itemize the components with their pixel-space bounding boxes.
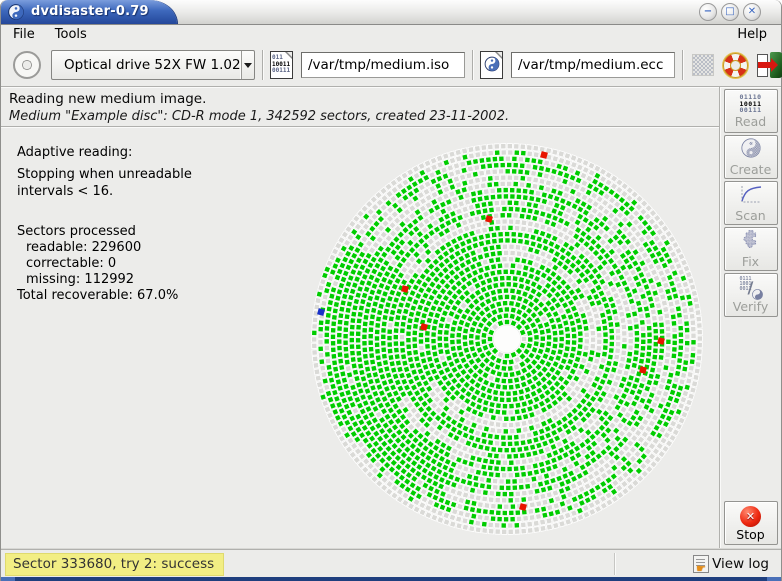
app-yinyang-icon [8, 4, 24, 20]
drive-selector[interactable]: Optical drive 52X FW 1.02 [51, 50, 255, 80]
view-log-button[interactable]: ☛ View log [693, 555, 769, 573]
iso-file-input[interactable] [301, 52, 465, 78]
scan-button[interactable]: Scan [724, 181, 778, 225]
window-bottom-border [1, 577, 781, 581]
verify-label: Verify [733, 300, 768, 313]
minimize-button[interactable]: − [699, 3, 717, 21]
stop-button[interactable]: ✕ Stop [724, 501, 778, 545]
toolbar: Optical drive 52X FW 1.02 011 10011 0011… [1, 44, 781, 87]
toolbar-separator [682, 50, 683, 80]
titlebar-tab-curve [149, 0, 177, 24]
status-header: Reading new medium image. Medium "Exampl… [1, 87, 720, 127]
sectors-title: Sectors processed [17, 224, 178, 240]
ecc-file-icon [480, 51, 503, 79]
create-yinyang-icon [741, 138, 761, 162]
read-button[interactable]: 01110 10011 00111 Read [724, 89, 778, 133]
status-line-2: Medium "Example disc": CD-R mode 1, 3425… [9, 109, 720, 124]
status-line-1: Reading new medium image. [9, 91, 720, 107]
read-binary-icon: 01110 10011 00111 [739, 94, 761, 114]
status-message: Sector 333680, try 2: success [5, 553, 224, 576]
scan-curve-icon [739, 184, 763, 208]
fix-button[interactable]: Fix [724, 227, 778, 271]
chevron-down-icon [244, 63, 252, 68]
sectors-correctable: correctable: 0 [17, 256, 178, 272]
cd-drive-icon [13, 51, 41, 79]
app-window: dvdisaster-0.79 − □ ✕ File Tools Help Op… [0, 0, 782, 581]
titlebar[interactable]: dvdisaster-0.79 − □ ✕ [1, 0, 781, 25]
drive-selector-value: Optical drive 52X FW 1.02 [52, 57, 241, 73]
create-label: Create [730, 163, 772, 176]
menubar: File Tools Help [1, 25, 781, 44]
close-button[interactable]: ✕ [743, 3, 761, 21]
menu-tools[interactable]: Tools [45, 26, 97, 43]
help-lifebuoy-icon[interactable] [723, 53, 748, 78]
drive-selector-arrow[interactable] [241, 51, 254, 79]
iso-icon-line: 00111 [272, 67, 290, 74]
main-area: Adaptive reading: Stopping when unreadab… [1, 128, 720, 549]
left-column: Reading new medium image. Medium "Exampl… [1, 87, 720, 549]
preferences-icon-disabled[interactable] [692, 54, 714, 76]
maximize-button[interactable]: □ [721, 3, 739, 21]
page-fold [496, 51, 503, 58]
sectors-processed-block: Sectors processed readable: 229600 corre… [17, 224, 178, 304]
stop-icon: ✕ [740, 506, 761, 527]
log-document-icon: ☛ [693, 555, 709, 573]
verify-icon: 0111 1001 0011 ∕ [740, 277, 762, 299]
stop-label: Stop [736, 528, 764, 541]
sectors-readable: readable: 229600 [17, 240, 178, 256]
total-recoverable: Total recoverable: 67.0% [17, 288, 178, 304]
scan-label: Scan [735, 209, 765, 222]
menu-help[interactable]: Help [727, 26, 777, 43]
yinyang-icon [484, 57, 499, 76]
toolbar-right-icons [692, 52, 782, 78]
adaptive-reading-title: Adaptive reading: [17, 144, 132, 161]
quit-icon[interactable] [757, 52, 782, 78]
toolbar-separator [262, 50, 263, 80]
statusbar-divider [614, 553, 615, 575]
stopping-condition: Stopping when unreadable intervals < 16. [17, 166, 192, 200]
verify-button[interactable]: 0111 1001 0011 ∕ Verify [724, 273, 778, 317]
pointing-hand-icon: ☛ [696, 562, 712, 575]
fix-label: Fix [742, 255, 759, 268]
create-button[interactable]: Create [724, 135, 778, 179]
disc-visualization [307, 139, 707, 539]
content-row: Reading new medium image. Medium "Exampl… [1, 87, 781, 549]
fix-puzzle-icon [740, 230, 762, 254]
window-title: dvdisaster-0.79 [31, 4, 149, 19]
view-log-label: View log [712, 556, 769, 572]
sectors-missing: missing: 112992 [17, 272, 178, 288]
ecc-file-input[interactable] [511, 52, 675, 78]
statusbar: Sector 333680, try 2: success ☛ View log [1, 549, 781, 578]
action-sidebar: 01110 10011 00111 Read [719, 87, 781, 549]
iso-image-icon: 011 10011 00111 [270, 51, 293, 79]
read-label: Read [735, 115, 766, 128]
menu-file[interactable]: File [3, 26, 45, 43]
page-fold [286, 51, 293, 58]
toolbar-separator [472, 50, 473, 80]
